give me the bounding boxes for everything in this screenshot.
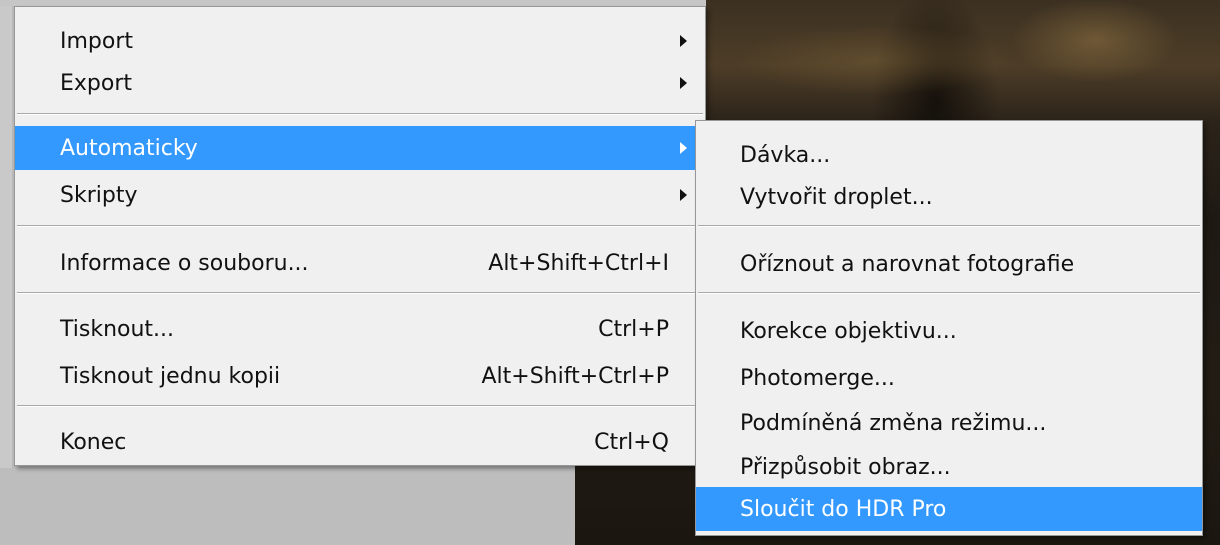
menu-item-label: Export: [60, 70, 133, 96]
menu-item-label: Vytvořit droplet...: [740, 184, 933, 210]
submenu-item-merge-to-hdr-pro[interactable]: Sloučit do HDR Pro: [696, 487, 1202, 531]
submenu-arrow-icon: [680, 77, 687, 89]
menu-item-label: Informace o souboru...: [60, 250, 309, 276]
file-menu: Import Export Automaticky Skripty Inform…: [14, 6, 706, 466]
menu-item-label: Skripty: [60, 182, 138, 208]
menu-separator: [698, 225, 1200, 227]
workspace-background: [0, 468, 575, 545]
menu-item-automaticky[interactable]: Automaticky: [15, 126, 705, 170]
menu-separator: [17, 225, 703, 227]
submenu-item-create-droplet[interactable]: Vytvořit droplet...: [696, 175, 1202, 219]
menu-item-label: Dávka...: [740, 142, 831, 168]
submenu-item-batch[interactable]: Dávka...: [696, 133, 1202, 177]
menu-item-label: Automaticky: [60, 135, 198, 161]
submenu-arrow-icon: [680, 189, 687, 201]
window-edge: [0, 0, 12, 545]
menu-item-print[interactable]: Tisknout... Ctrl+P: [15, 307, 705, 351]
menu-item-label: Photomerge...: [740, 365, 895, 391]
menu-item-print-one-copy[interactable]: Tisknout jednu kopii Alt+Shift+Ctrl+P: [15, 354, 705, 398]
menu-item-skripty[interactable]: Skripty: [15, 173, 705, 217]
menu-item-label: Podmíněná změna režimu...: [740, 410, 1047, 436]
menu-item-file-info[interactable]: Informace o souboru... Alt+Shift+Ctrl+I: [15, 241, 705, 285]
submenu-arrow-icon: [680, 142, 687, 154]
menu-item-label: Oříznout a narovnat fotografie: [740, 251, 1075, 277]
submenu-arrow-icon: [680, 35, 687, 47]
menu-item-label: Přizpůsobit obraz...: [740, 454, 951, 480]
menu-item-label: Konec: [60, 429, 127, 455]
menu-item-shortcut: Ctrl+Q: [594, 429, 669, 455]
menu-item-quit[interactable]: Konec Ctrl+Q: [15, 420, 705, 464]
menu-item-label: Tisknout jednu kopii: [60, 363, 281, 389]
menu-item-label: Sloučit do HDR Pro: [740, 496, 947, 522]
automate-submenu: Dávka... Vytvořit droplet... Oříznout a …: [695, 120, 1203, 536]
menu-separator: [698, 292, 1200, 294]
menu-separator: [17, 405, 703, 407]
menu-item-label: Import: [60, 28, 134, 54]
submenu-item-crop-straighten[interactable]: Oříznout a narovnat fotografie: [696, 242, 1202, 286]
menu-item-label: Korekce objektivu...: [740, 318, 957, 344]
menu-item-shortcut: Ctrl+P: [598, 316, 669, 342]
menu-separator: [17, 292, 703, 294]
submenu-item-conditional-mode-change[interactable]: Podmíněná změna režimu...: [696, 401, 1202, 445]
menu-item-label: Tisknout...: [60, 316, 175, 342]
menu-item-shortcut: Alt+Shift+Ctrl+I: [488, 250, 669, 276]
submenu-item-fit-image[interactable]: Přizpůsobit obraz...: [696, 445, 1202, 489]
submenu-item-lens-correction[interactable]: Korekce objektivu...: [696, 309, 1202, 353]
menu-item-shortcut: Alt+Shift+Ctrl+P: [481, 363, 669, 389]
menu-item-import[interactable]: Import: [15, 19, 705, 63]
submenu-item-photomerge[interactable]: Photomerge...: [696, 356, 1202, 400]
menu-separator: [17, 113, 703, 115]
menu-item-export[interactable]: Export: [15, 61, 705, 105]
